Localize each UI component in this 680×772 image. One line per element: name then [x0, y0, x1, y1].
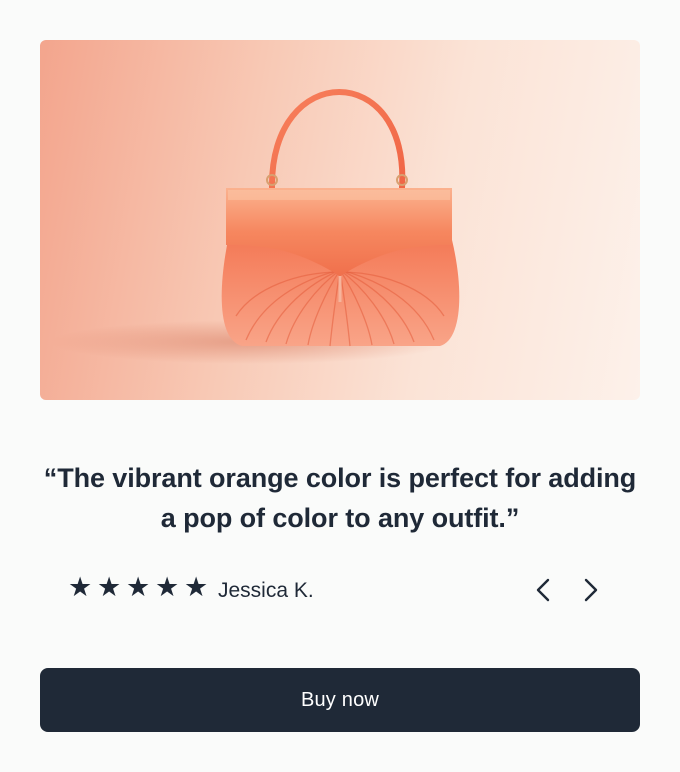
- star-icon: ★: [184, 572, 209, 602]
- testimonial-card: “The vibrant orange color is perfect for…: [0, 0, 680, 772]
- buy-now-button[interactable]: Buy now: [40, 668, 640, 732]
- star-icon: ★: [126, 572, 151, 602]
- next-testimonial-button[interactable]: [576, 574, 606, 606]
- product-image: [40, 40, 640, 400]
- testimonial-quote: “The vibrant orange color is perfect for…: [43, 463, 637, 533]
- previous-testimonial-button[interactable]: [528, 574, 558, 606]
- reviewer-name: Jessica K.: [218, 579, 314, 602]
- handbag-illustration: [50, 89, 460, 364]
- star-icon: ★: [68, 572, 93, 602]
- chevron-left-icon: [536, 578, 550, 602]
- chevron-right-icon: [584, 578, 598, 602]
- star-icon: ★: [97, 572, 122, 602]
- star-icon: ★: [155, 572, 180, 602]
- rating-stars: ★ ★ ★ ★ ★: [68, 574, 211, 601]
